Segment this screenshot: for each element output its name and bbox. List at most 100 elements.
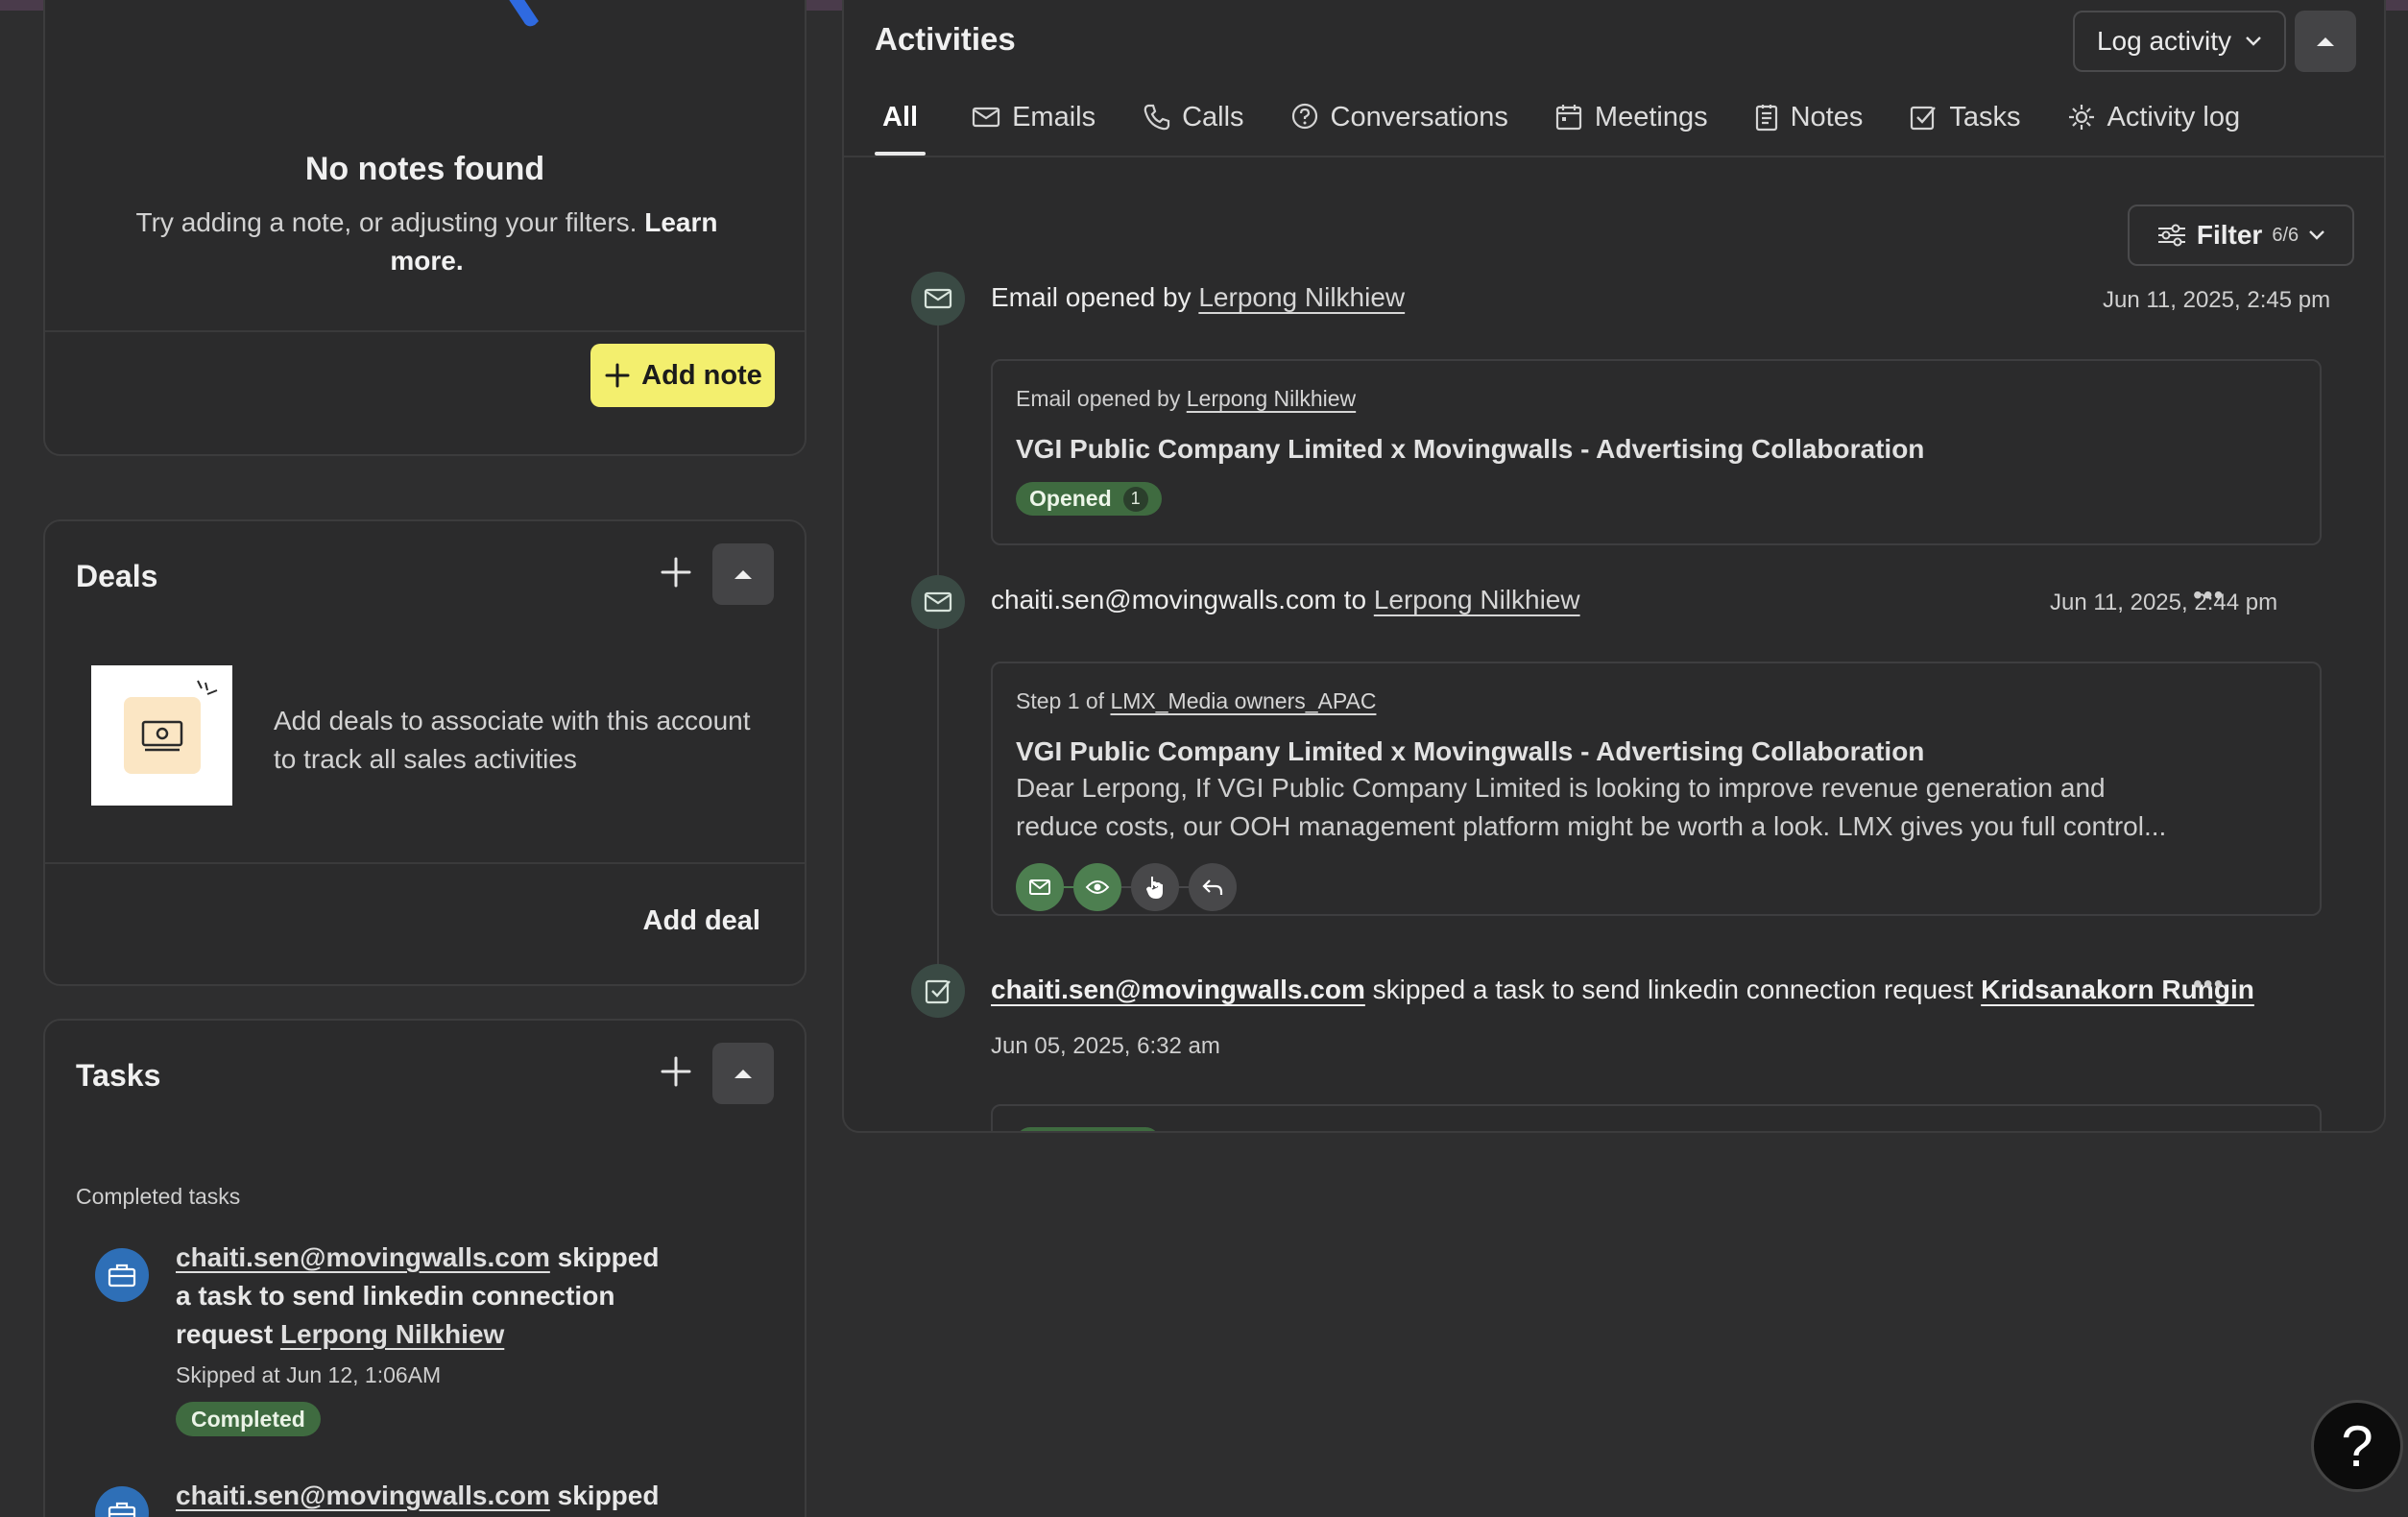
- activities-collapse-button[interactable]: [2295, 11, 2356, 72]
- contact-link[interactable]: Lerpong Nilkhiew: [1374, 585, 1580, 614]
- add-deal-button[interactable]: Add deal: [643, 905, 760, 937]
- deals-illustration: [91, 665, 232, 806]
- task-check-icon: [1911, 106, 1937, 131]
- filter-dropdown[interactable]: Filter 6/6: [2128, 205, 2354, 266]
- task-event-icon: [911, 964, 965, 1018]
- task-actor-link[interactable]: chaiti.sen@movingwalls.com: [176, 1481, 550, 1510]
- activities-panel: Activities Log activity All Emails Calls…: [842, 0, 2386, 1133]
- opened-count: 1: [1122, 486, 1148, 512]
- sliders-icon: [2157, 224, 2185, 247]
- event-timestamp: Jun 05, 2025, 6:32 am: [991, 1033, 1220, 1059]
- email-preview-line: Dear Lerpong, If VGI Public Company Limi…: [1016, 773, 2106, 803]
- event-heading-text: to: [1336, 585, 1374, 614]
- more-options-button[interactable]: •••: [2193, 580, 2224, 611]
- step-connector: [1121, 886, 1131, 888]
- tab-label: Calls: [1182, 101, 1244, 132]
- event-heading-text: skipped a task to send linkedin connecti…: [1364, 975, 1982, 1004]
- tab-label: Activity log: [2107, 101, 2241, 132]
- opened-badge-label: Opened: [1029, 486, 1112, 511]
- pen-illustration-icon: [509, 0, 539, 27]
- phone-icon: [1144, 104, 1170, 131]
- tasks-title: Tasks: [76, 1058, 161, 1093]
- help-button[interactable]: ?: [2311, 1400, 2403, 1492]
- task-target-link[interactable]: Lerpong Nilkhiew: [280, 1319, 504, 1349]
- note-icon: [1755, 105, 1777, 132]
- email-opened-card[interactable]: Email opened by Lerpong Nilkhiew VGI Pub…: [991, 359, 2322, 545]
- task-status-badge: [1016, 1127, 1160, 1131]
- opened-step: [1073, 863, 1121, 911]
- task-action-text: skipped: [549, 1481, 660, 1510]
- notes-empty-text: Try adding a note, or adjusting your fil…: [132, 204, 722, 280]
- tab-activity-log[interactable]: Activity log: [2067, 79, 2241, 156]
- actor-link[interactable]: chaiti.sen@movingwalls.com: [991, 975, 1365, 1004]
- chevron-down-icon: [2309, 230, 2324, 240]
- task-event-card[interactable]: [991, 1104, 2322, 1131]
- activities-title: Activities: [875, 21, 1016, 57]
- card-caption: Email opened by Lerpong Nilkhiew: [1016, 386, 1356, 412]
- log-activity-dropdown[interactable]: Log activity: [2073, 11, 2286, 72]
- tab-label: Notes: [1790, 101, 1864, 132]
- tab-conversations[interactable]: Conversations: [1290, 79, 1508, 156]
- calendar-icon: [1555, 105, 1582, 131]
- tasks-card: Tasks Completed tasks chaiti.sen@movingw…: [43, 1019, 807, 1517]
- gear-icon: [2068, 105, 2094, 130]
- briefcase-icon: [108, 1502, 136, 1517]
- chat-question-icon: [1291, 103, 1317, 130]
- deals-card: Deals Add deals to associate with this a…: [43, 519, 807, 986]
- tasks-collapse-button[interactable]: [712, 1043, 774, 1104]
- task-action-text: request: [176, 1319, 280, 1349]
- add-note-button[interactable]: Add note: [590, 344, 775, 407]
- tab-tasks[interactable]: Tasks: [1909, 79, 2021, 156]
- log-activity-label: Log activity: [2096, 26, 2232, 56]
- sequence-link[interactable]: LMX_Media owners_APAC: [1110, 688, 1376, 713]
- caret-up-icon: [2317, 37, 2334, 46]
- task-check-icon: [925, 979, 951, 1004]
- contact-link[interactable]: Lerpong Nilkhiew: [1198, 282, 1405, 312]
- add-task-plus-button[interactable]: [647, 1043, 705, 1100]
- briefcase-icon: [108, 1264, 136, 1288]
- mail-icon: [1029, 879, 1050, 895]
- email-subject: VGI Public Company Limited x Movingwalls…: [1016, 736, 1925, 766]
- tab-meetings[interactable]: Meetings: [1554, 79, 1708, 156]
- activity-tabs: All Emails Calls Conversations Meetings …: [875, 79, 2286, 156]
- add-deal-plus-button[interactable]: [647, 543, 705, 601]
- completed-tasks-label: Completed tasks: [76, 1184, 241, 1209]
- task-briefcase-avatar: [95, 1248, 149, 1302]
- task-actor-link[interactable]: chaiti.sen@movingwalls.com: [176, 1242, 550, 1272]
- deals-empty-text: Add deals to associate with this account…: [274, 706, 751, 774]
- email-subject: VGI Public Company Limited x Movingwalls…: [1016, 434, 1925, 464]
- event-heading: chaiti.sen@movingwalls.com skipped a tas…: [991, 975, 2254, 1005]
- notes-empty-title: No notes found: [304, 151, 545, 187]
- mail-icon: [972, 107, 1000, 128]
- email-sequence-card[interactable]: Step 1 of LMX_Media owners_APAC VGI Publ…: [991, 662, 2322, 916]
- email-preview-line: reduce costs, our OOH management platfor…: [1016, 811, 2167, 841]
- deals-divider: [45, 862, 805, 864]
- card-caption-text: Step 1 of: [1016, 688, 1111, 713]
- tab-label: Emails: [1012, 101, 1096, 132]
- deals-collapse-button[interactable]: [712, 543, 774, 605]
- plus-icon: [661, 557, 691, 588]
- task-status-badge: Completed: [176, 1402, 321, 1436]
- task-briefcase-avatar: [95, 1486, 149, 1517]
- email-event-icon: [911, 272, 965, 325]
- notes-empty-hint: Try adding a note, or adjusting your fil…: [135, 207, 645, 237]
- mail-icon: [924, 288, 952, 309]
- tab-all[interactable]: All: [875, 79, 927, 156]
- tab-emails[interactable]: Emails: [972, 79, 1096, 156]
- tab-notes[interactable]: Notes: [1754, 79, 1864, 156]
- sent-step: [1016, 863, 1064, 911]
- tab-label: All: [882, 101, 919, 132]
- filter-count: 6/6: [2272, 224, 2300, 246]
- event-timestamp: Jun 11, 2025, 2:45 pm: [2103, 287, 2331, 313]
- notes-divider: [45, 330, 805, 332]
- money-icon: [123, 697, 201, 774]
- pointer-hand-icon: [1145, 877, 1163, 900]
- add-note-label: Add note: [641, 359, 762, 391]
- more-options-button[interactable]: •••: [2193, 969, 2224, 999]
- task-description: chaiti.sen@movingwalls.com skipped a tas…: [176, 1239, 713, 1437]
- clicked-step: [1131, 863, 1179, 911]
- mail-icon: [924, 591, 952, 613]
- deals-title: Deals: [76, 559, 158, 593]
- tab-calls[interactable]: Calls: [1142, 79, 1244, 156]
- contact-link[interactable]: Lerpong Nilkhiew: [1187, 386, 1356, 411]
